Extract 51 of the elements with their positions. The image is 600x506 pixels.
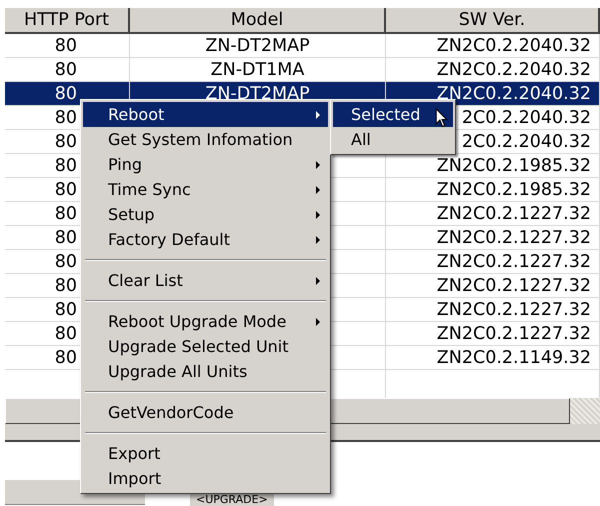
menu-item[interactable]: Reboot Upgrade Mode: [83, 309, 328, 334]
table-cell: 80: [54, 300, 77, 320]
column-header[interactable]: Model: [130, 8, 386, 34]
table-cell: 80: [54, 228, 77, 248]
menu-item[interactable]: Selected: [333, 102, 453, 127]
menu-item[interactable]: All: [333, 127, 453, 152]
panel-label: <UPGRADE>: [190, 494, 274, 506]
table-cell: 80: [54, 348, 77, 368]
table-cell: 80: [54, 84, 77, 104]
column-header[interactable]: HTTP Port: [5, 8, 130, 34]
column-header[interactable]: SW Ver.: [386, 8, 600, 34]
table-cell: ZN2C0.2.1227.32: [436, 276, 591, 296]
table-cell: ZN2C0.2.2040.32: [436, 84, 591, 104]
table-cell: 80: [54, 204, 77, 224]
table-cell: 80: [54, 60, 77, 80]
table-cell: 80: [54, 108, 77, 128]
table-cell: 80: [54, 276, 77, 296]
menu-item[interactable]: Import: [83, 466, 328, 491]
table-cell: ZN2C0.2.1149.32: [436, 348, 591, 368]
menu-item[interactable]: Export: [83, 441, 328, 466]
table-cell: ZN2C0.2.2040.32: [436, 36, 591, 56]
table-cell: ZN2C0.2.1985.32: [436, 180, 591, 200]
table-cell: 80: [54, 324, 77, 344]
table-cell: 80: [54, 132, 77, 152]
scrollbar-corner: [570, 398, 600, 424]
table-cell: 80: [54, 252, 77, 272]
menu-item[interactable]: Upgrade Selected Unit: [83, 334, 328, 359]
menu-item[interactable]: Time Sync: [83, 177, 328, 202]
menu-item[interactable]: Factory Default: [83, 227, 328, 252]
table-cell: 2C0.2.2040.32: [462, 132, 591, 152]
table-cell: 80: [54, 180, 77, 200]
menu-item[interactable]: Ping: [83, 152, 328, 177]
cursor-icon: [435, 108, 448, 128]
menu-item[interactable]: Upgrade All Units: [83, 359, 328, 384]
table-cell: ZN2C0.2.1985.32: [436, 156, 591, 176]
menu-item[interactable]: Setup: [83, 202, 328, 227]
table-cell: ZN2C0.2.1227.32: [436, 300, 591, 320]
table-cell: 80: [54, 36, 77, 56]
table-cell: 80: [54, 156, 77, 176]
table-cell: ZN2C0.2.2040.32: [436, 60, 591, 80]
table-cell: ZN-DT2MAP: [205, 36, 310, 56]
table-cell: ZN2C0.2.1227.32: [436, 252, 591, 272]
menu-item[interactable]: Get System Infomation: [83, 127, 328, 152]
table-cell: ZN2C0.2.1227.32: [436, 324, 591, 344]
table-cell: ZN-DT1MA: [210, 60, 304, 80]
menu-item[interactable]: Reboot: [83, 102, 328, 127]
table-cell: ZN2C0.2.1227.32: [436, 228, 591, 248]
table-cell: ZN2C0.2.1227.32: [436, 204, 591, 224]
table-cell: 2C0.2.2040.32: [462, 108, 591, 128]
table-cell: ZN-DT2MAP: [205, 84, 310, 104]
table-row[interactable]: 80 ZN-DT2MAP ZN2C0.2.2040.32: [5, 34, 600, 58]
